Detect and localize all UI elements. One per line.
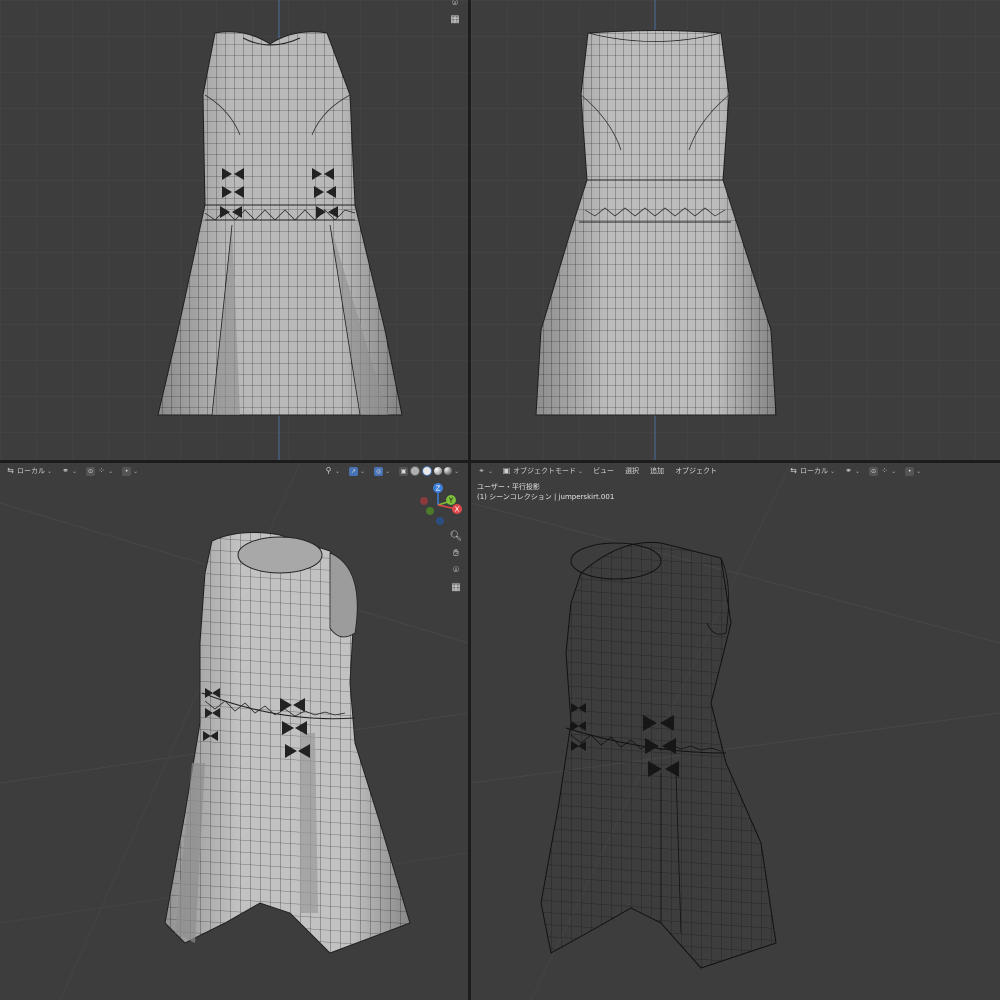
wireframe-shading-icon[interactable] bbox=[410, 466, 421, 476]
editor-type-icon: ⌖ bbox=[479, 466, 484, 475]
falloff-icon: ⌄ bbox=[916, 467, 922, 475]
camera-icon[interactable]: ⌾ bbox=[448, 0, 462, 10]
chevron-down-icon: ⌄ bbox=[454, 467, 460, 475]
overlay-icon: ◎ bbox=[374, 466, 384, 476]
area-divider-vertical[interactable] bbox=[468, 0, 471, 1000]
transform-orientation-dropdown[interactable]: ⇆ ローカル ⌄ bbox=[4, 465, 54, 478]
viewport-back[interactable] bbox=[471, 0, 1000, 460]
area-divider-horizontal[interactable] bbox=[0, 460, 1000, 463]
snap-target-icon: ⁘ bbox=[98, 466, 105, 475]
svg-text:Z: Z bbox=[436, 485, 441, 493]
snap-icon: ⊙ bbox=[869, 466, 879, 476]
menu-object[interactable]: オブジェクト bbox=[672, 466, 720, 476]
proportional-icon: • bbox=[122, 466, 132, 476]
viewport-header-right: ⇆ ローカル ⌄ ⚭ ⌄ ⊙ ⁘ ⌄ • ⌄ bbox=[787, 463, 923, 479]
view-name-label: ユーザー・平行投影 bbox=[477, 483, 540, 491]
object-mode-icon: ▣ bbox=[502, 466, 511, 475]
rendered-shading-icon[interactable] bbox=[444, 467, 453, 475]
chevron-down-icon: ⌄ bbox=[47, 467, 53, 475]
proportional-edit-toggle[interactable]: • ⌄ bbox=[903, 465, 923, 478]
chevron-down-icon: ⌄ bbox=[335, 467, 341, 475]
snap-icon: ⊙ bbox=[86, 466, 96, 476]
snap-target-icon: ⁘ bbox=[881, 466, 888, 475]
visibility-icon: ⚲ bbox=[325, 466, 332, 475]
transform-orientation-dropdown[interactable]: ⇆ ローカル ⌄ bbox=[787, 465, 837, 478]
wireframe-scene bbox=[471, 463, 1000, 1000]
chevron-down-icon: ⌄ bbox=[108, 467, 114, 475]
chevron-down-icon: ⌄ bbox=[830, 467, 836, 475]
svg-text:Y: Y bbox=[448, 497, 454, 505]
zoom-icon[interactable]: 🔍︎ bbox=[449, 529, 463, 543]
overlay-toggle[interactable]: ◎ ⌄ bbox=[372, 465, 392, 478]
svg-text:X: X bbox=[455, 506, 460, 514]
transform-orientation-icon: ⇆ bbox=[790, 466, 797, 475]
grid-toggle-icon[interactable]: ▦ bbox=[449, 580, 463, 594]
snap-toggle[interactable]: ⊙ ⁘ ⌄ bbox=[867, 465, 898, 478]
viewport-front[interactable]: ⌾ ▦ bbox=[0, 0, 468, 460]
viewport-wireframe[interactable]: ⌖ ⌄ ▣ オブジェクトモード ⌄ ビュー 選択 追加 オブジェクト ⇆ ローカ… bbox=[471, 463, 1000, 1000]
back-view-scene bbox=[471, 0, 1000, 460]
pivot-icon: ⚭ bbox=[62, 466, 69, 475]
collection-info-label: (1) シーンコレクション | jumperskirt.001 bbox=[477, 493, 615, 501]
chevron-down-icon: ⌄ bbox=[855, 467, 861, 475]
chevron-down-icon: ⌄ bbox=[488, 467, 494, 475]
hand-pan-icon[interactable]: ✋︎ bbox=[449, 546, 463, 560]
chevron-down-icon: ⌄ bbox=[72, 467, 78, 475]
mode-dropdown[interactable]: ▣ オブジェクトモード ⌄ bbox=[500, 465, 585, 478]
pivot-point-dropdown[interactable]: ⚭ ⌄ bbox=[59, 465, 79, 478]
proportional-edit-toggle[interactable]: • ⌄ bbox=[120, 465, 140, 478]
front-view-scene bbox=[0, 0, 468, 460]
snap-toggle[interactable]: ⊙ ⁘ ⌄ bbox=[84, 465, 115, 478]
material-shading-icon[interactable] bbox=[434, 467, 443, 475]
viewport-header-right: ⚲ ⌄ ↗ ⌄ ◎ ⌄ ▣ ⌄ bbox=[322, 463, 461, 479]
perspective-solid-scene bbox=[0, 463, 468, 1000]
gizmo-toggle[interactable]: ↗ ⌄ bbox=[347, 465, 367, 478]
solid-shading-icon[interactable] bbox=[422, 466, 433, 476]
viewport-perspective-solid[interactable]: ⇆ ローカル ⌄ ⚭ ⌄ ⊙ ⁘ ⌄ • ⌄ ⚲ ⌄ ↗ ⌄ ◎ ⌄ ▣ ⌄ Z… bbox=[0, 463, 468, 1000]
proportional-icon: • bbox=[905, 466, 915, 476]
chevron-down-icon: ⌄ bbox=[891, 467, 897, 475]
pivot-icon: ⚭ bbox=[845, 466, 852, 475]
pivot-point-dropdown[interactable]: ⚭ ⌄ bbox=[842, 465, 862, 478]
menu-select[interactable]: 選択 bbox=[622, 466, 642, 476]
grid-toggle-icon[interactable]: ▦ bbox=[448, 12, 462, 26]
dress-wireframe[interactable] bbox=[540, 541, 777, 969]
menu-add[interactable]: 追加 bbox=[647, 466, 667, 476]
viewport-header-left: ⇆ ローカル ⌄ ⚭ ⌄ ⊙ ⁘ ⌄ • ⌄ bbox=[4, 463, 140, 479]
menu-view[interactable]: ビュー bbox=[590, 466, 617, 476]
xray-icon: ▣ bbox=[399, 466, 409, 476]
viewport-header-main: ⌖ ⌄ ▣ オブジェクトモード ⌄ ビュー 選択 追加 オブジェクト bbox=[475, 463, 720, 479]
transform-orientation-icon: ⇆ bbox=[7, 466, 14, 475]
chevron-down-icon: ⌄ bbox=[385, 467, 391, 475]
visibility-dropdown[interactable]: ⚲ ⌄ bbox=[322, 465, 342, 478]
editor-type-dropdown[interactable]: ⌖ ⌄ bbox=[475, 465, 495, 478]
navigation-gizmo[interactable]: Z Y X bbox=[416, 481, 466, 531]
camera-icon[interactable]: ⌾ bbox=[449, 563, 463, 577]
chevron-down-icon: ⌄ bbox=[578, 467, 584, 475]
dress-mesh-perspective[interactable] bbox=[164, 532, 411, 954]
gizmo-icon: ↗ bbox=[349, 466, 359, 476]
chevron-down-icon: ⌄ bbox=[360, 467, 366, 475]
shading-modes[interactable]: ▣ ⌄ bbox=[397, 465, 461, 478]
falloff-icon: ⌄ bbox=[133, 467, 139, 475]
